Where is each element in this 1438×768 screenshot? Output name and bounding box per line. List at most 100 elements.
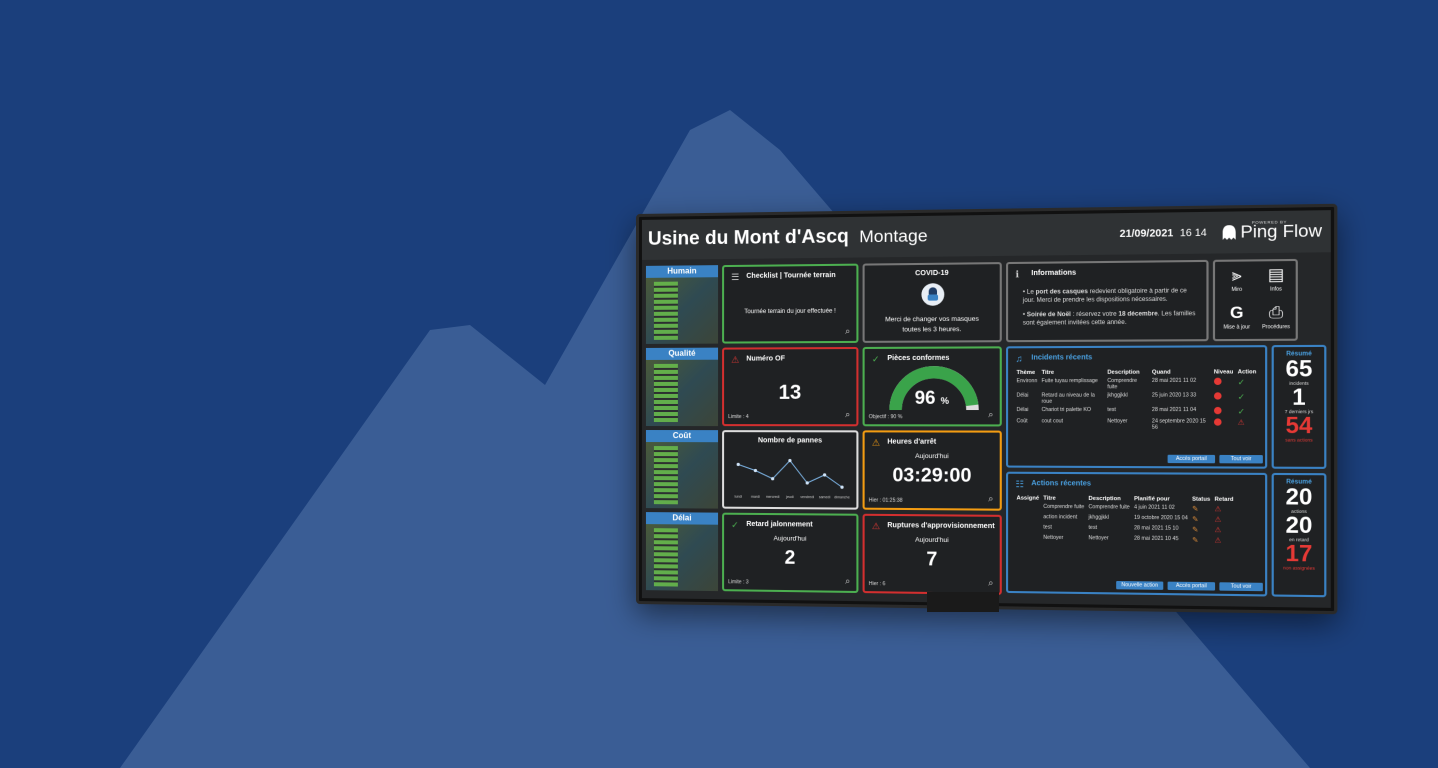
covid-line1: Merci de changer vos masques	[885, 315, 979, 324]
category-qualite[interactable]: Qualité	[645, 347, 719, 427]
tile-footer: Limite : 4	[728, 414, 749, 421]
cell-theme: Délai	[1016, 406, 1029, 414]
miro-icon: ⫸	[1231, 266, 1242, 285]
pannes-line-chart: lundi mardi mercredi jeudi vendredi samedi dim…	[734, 448, 850, 499]
col-header: Status	[1192, 496, 1211, 503]
col-header: Titre	[1041, 369, 1055, 377]
table-row[interactable]: Nettoyer Nettoyer 28 mai 2021 10 45 ✎ ⚠	[1014, 533, 1235, 545]
actions-summary: Résumé 20 actions 20 en retard 17 non as…	[1271, 472, 1327, 598]
category-letter-image	[645, 524, 719, 592]
category-cout[interactable]: Coût	[645, 430, 719, 509]
tile-title: Ruptures d'approvisionnement	[887, 522, 995, 531]
pannes-day-label: mardi	[751, 495, 760, 499]
header-time: 16 14	[1179, 227, 1207, 239]
col-header: Titre	[1043, 495, 1056, 502]
shortcut-infos[interactable]: ▤ Infos	[1256, 265, 1295, 299]
tile-title: Actions récentes	[1031, 480, 1092, 488]
pannes-day-label: samedi	[819, 495, 831, 499]
zoom-icon[interactable]: ⌕	[845, 326, 850, 337]
tile-retard-jalonnement[interactable]: ✓ Retard jalonnement Aujourd'hui 2 Limit…	[722, 512, 859, 594]
col-header: Retard	[1214, 496, 1234, 504]
letter-grid	[653, 363, 678, 423]
cell-titre: Fuite tuyau remplissage	[1041, 377, 1098, 385]
cell-quand: 28 mai 2021 11 04	[1151, 406, 1197, 414]
shortcut-label: Mise à jour	[1223, 324, 1251, 331]
checklist-text: Tournée terrain du jour effectuée !	[744, 308, 836, 316]
tile-checklist[interactable]: ☰ Checklist | Tournée terrain Tournée te…	[722, 263, 859, 344]
check-icon[interactable]: ✓	[1238, 407, 1245, 416]
tile-informations[interactable]: ℹ Informations • Le port des casques red…	[1006, 259, 1209, 343]
tile-title: Pièces conformes	[887, 354, 950, 363]
col-header: Thème	[1016, 369, 1036, 377]
cell-theme: Coût	[1016, 418, 1028, 425]
incidents-table: Thème Titre Description Quand Niveau Act…	[1014, 368, 1258, 432]
tile-covid[interactable]: COVID-19 Merci de changer vos masques to…	[862, 262, 1002, 343]
shortcut-miro[interactable]: ⫸ Miro	[1217, 266, 1256, 300]
pannes-day-label: dimanche	[834, 495, 850, 499]
warning-icon[interactable]: ⚠	[1238, 419, 1245, 426]
table-row[interactable]: Coût cout cout Nettoyer 24 septembre 202…	[1014, 417, 1258, 432]
incidents-see-all-button[interactable]: Tout voir	[1219, 454, 1263, 464]
cell-desc: jkhggjkkl	[1088, 514, 1109, 521]
tile-ruptures[interactable]: ⚠ Ruptures d'approvisionnement Aujourd'h…	[862, 513, 1002, 595]
shortcut-mise-a-jour[interactable]: G Mise à jour	[1217, 303, 1256, 337]
tile-pannes[interactable]: Nombre de pannes lundi mardi mercredi jeudi…	[722, 430, 859, 510]
tile-shortcuts: ⫸ Miro ▤ Infos G Mise à jour ⎙ Procédures	[1212, 258, 1298, 342]
zoom-icon[interactable]: ⌕	[845, 409, 850, 420]
warning-icon: ⚠	[1214, 537, 1222, 545]
info-text: Le	[1026, 289, 1036, 296]
tile-footer: Hier : 6	[868, 580, 886, 588]
check-icon[interactable]: ✓	[1238, 392, 1245, 401]
warning-icon: ⚠	[1214, 516, 1222, 524]
zoom-icon[interactable]: ⌕	[845, 576, 850, 587]
category-delai[interactable]: Délai	[645, 512, 719, 592]
summary-incidents-total: 65	[1285, 355, 1313, 382]
check-icon[interactable]: ✓	[1238, 378, 1245, 387]
zoom-icon[interactable]: ⌕	[988, 493, 993, 504]
summary-actions-late: 20	[1285, 511, 1313, 539]
tile-pieces-conformes[interactable]: ✓ Pièces conformes 96 % Objectif : 90 % …	[862, 346, 1002, 427]
letter-grid	[653, 528, 678, 587]
shortcut-procedures[interactable]: ⎙ Procédures	[1256, 303, 1295, 337]
status-pencil-icon[interactable]: ✎	[1192, 516, 1198, 523]
actions-see-all-button[interactable]: Tout voir	[1219, 582, 1263, 592]
area-title: Montage	[859, 226, 928, 247]
tile-footer: Objectif : 90 %	[868, 414, 903, 421]
cell-theme: Environn	[1016, 378, 1038, 385]
actions-portal-button[interactable]: Accès portail	[1167, 581, 1216, 591]
new-action-button[interactable]: Nouvelle action	[1116, 580, 1164, 590]
cell-titre: action incident	[1043, 514, 1078, 521]
check-icon: ✓	[731, 519, 739, 530]
category-column: Humain Qualité Coût Délai	[645, 265, 719, 595]
tile-footer: Hier : 01:25:38	[868, 497, 903, 504]
gauge-value: 96 %	[865, 387, 1000, 409]
info-text: : réservez votre	[1070, 311, 1119, 319]
tile-title: Incidents récents	[1031, 354, 1093, 362]
status-pencil-icon[interactable]: ✎	[1192, 527, 1198, 534]
cell-desc: Comprendre fuite	[1107, 377, 1137, 391]
status-pencil-icon[interactable]: ✎	[1192, 506, 1198, 513]
cell-titre: cout cout	[1041, 418, 1064, 425]
category-humain[interactable]: Humain	[645, 265, 719, 344]
level-dot-icon	[1213, 418, 1222, 426]
tile-title: Nombre de pannes	[757, 437, 823, 445]
zoom-icon[interactable]: ⌕	[988, 409, 993, 420]
cell-titre: Nettoyer	[1043, 534, 1064, 542]
google-icon: G	[1229, 304, 1244, 323]
tile-numero-of[interactable]: ⚠ Numéro OF 13 Limite : 4 ⌕	[722, 346, 859, 427]
table-row[interactable]: Délai Chariot tri palette KO test 28 mai…	[1014, 406, 1258, 418]
monitor-stand	[927, 592, 999, 612]
col-header: Niveau	[1213, 369, 1234, 376]
col-header: Quand	[1151, 369, 1171, 376]
table-row[interactable]: Délai Retard au niveau de la roue jkhggj…	[1014, 391, 1258, 406]
zoom-icon[interactable]: ⌕	[988, 577, 993, 588]
tile-heures-arret[interactable]: ⚠ Heures d'arrêt Aujourd'hui 03:29:00 Hi…	[862, 430, 1002, 511]
status-pencil-icon[interactable]: ✎	[1192, 537, 1198, 544]
info-bold: 18 décembre	[1118, 311, 1158, 318]
pannes-day-label: mercredi	[766, 495, 780, 499]
incidents-portal-button[interactable]: Accès portail	[1167, 454, 1216, 464]
cell-quand: 28 mai 2021 11 02	[1151, 377, 1197, 385]
col-header: Action	[1237, 369, 1257, 376]
category-label: Qualité	[645, 347, 719, 360]
table-row[interactable]: Environn Fuite tuyau remplissage Compren…	[1014, 377, 1258, 392]
